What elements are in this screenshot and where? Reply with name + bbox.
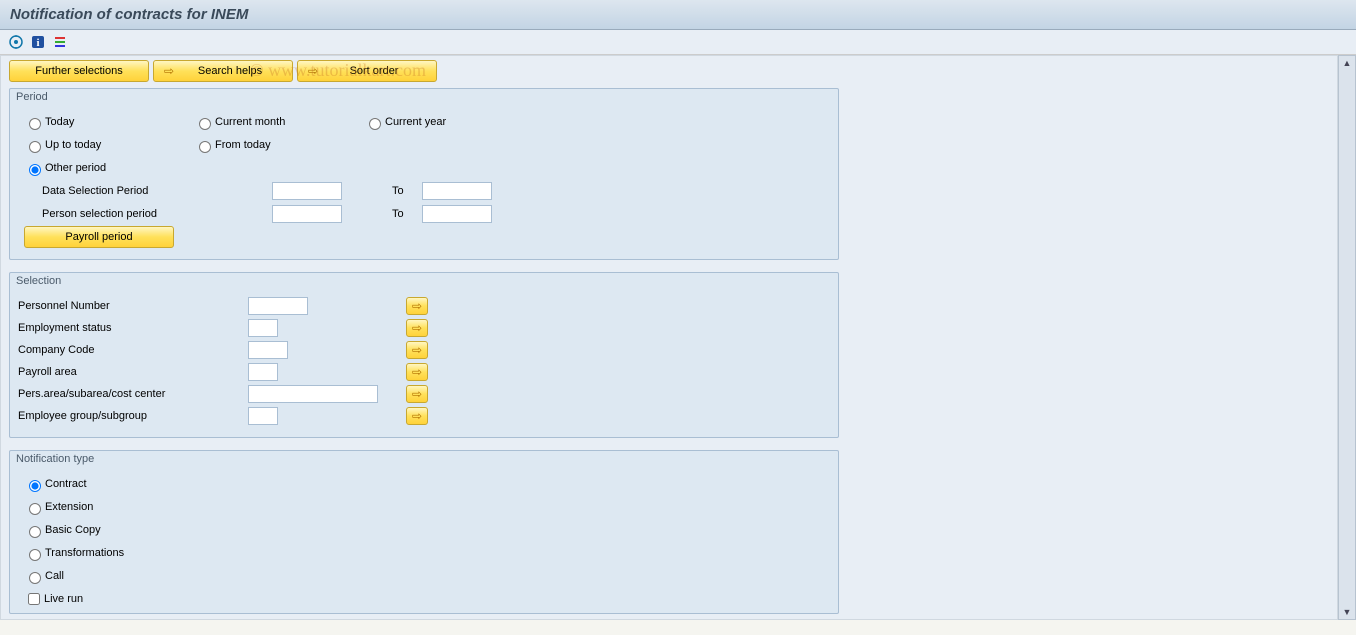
psp-from-input[interactable] xyxy=(272,205,342,223)
group-title-selection: Selection xyxy=(10,273,838,289)
label-fromtoday: From today xyxy=(215,139,271,151)
label-live: Live run xyxy=(44,593,83,605)
scroll-down-icon[interactable]: ▼ xyxy=(1343,607,1352,617)
search-helps-button[interactable]: ⇨Search helps xyxy=(153,60,293,82)
multi-select-pn[interactable]: ⇨ xyxy=(406,297,428,315)
vertical-scrollbar[interactable]: ▲ ▼ xyxy=(1338,55,1356,620)
company-code-input[interactable] xyxy=(248,341,288,359)
multi-select-eg[interactable]: ⇨ xyxy=(406,407,428,425)
multi-select-pa[interactable]: ⇨ xyxy=(406,363,428,381)
label-curyear: Current year xyxy=(385,116,446,128)
arrow-right-icon: ⇨ xyxy=(412,388,422,400)
arrow-right-icon: ⇨ xyxy=(412,344,422,356)
execute-icon[interactable] xyxy=(8,34,24,50)
arrow-right-icon: ⇨ xyxy=(412,322,422,334)
checkbox-live-run[interactable] xyxy=(28,593,40,605)
multi-select-cc[interactable]: ⇨ xyxy=(406,341,428,359)
svg-text:i: i xyxy=(36,37,39,49)
employment-status-input[interactable] xyxy=(248,319,278,337)
employee-group-input[interactable] xyxy=(248,407,278,425)
dsp-to-input[interactable] xyxy=(422,182,492,200)
label-psp: Person selection period xyxy=(42,208,157,220)
label-pers-area: Pers.area/subarea/cost center xyxy=(18,388,238,400)
payroll-area-input[interactable] xyxy=(248,363,278,381)
radio-current-month[interactable] xyxy=(199,118,211,130)
payroll-period-button[interactable]: Payroll period xyxy=(24,226,174,248)
radio-contract[interactable] xyxy=(29,480,41,492)
label-company-code: Company Code xyxy=(18,344,238,356)
radio-today[interactable] xyxy=(29,118,41,130)
radio-other-period[interactable] xyxy=(29,164,41,176)
label-dsp: Data Selection Period xyxy=(42,185,148,197)
radio-transformations[interactable] xyxy=(29,549,41,561)
label-personnel-number: Personnel Number xyxy=(18,300,238,312)
app-toolbar: i © www.tutorialkart.com xyxy=(0,30,1356,55)
label-employee-group: Employee group/subgroup xyxy=(18,410,238,422)
notification-type-group: Notification type Contract Extension Bas… xyxy=(9,450,839,614)
radio-uptoday[interactable] xyxy=(29,141,41,153)
label-to2: To xyxy=(392,208,422,220)
radio-current-year[interactable] xyxy=(369,118,381,130)
multi-select-es[interactable]: ⇨ xyxy=(406,319,428,337)
group-title-period: Period xyxy=(10,89,838,105)
arrow-right-icon: ⇨ xyxy=(412,300,422,312)
label-uptoday: Up to today xyxy=(45,139,101,151)
arrow-right-icon: ⇨ xyxy=(164,65,174,77)
selection-group: Selection Personnel Number ⇨ Employment … xyxy=(9,272,839,438)
multi-select-area[interactable]: ⇨ xyxy=(406,385,428,403)
label-to1: To xyxy=(392,185,422,197)
label-curmonth: Current month xyxy=(215,116,285,128)
label-contract: Contract xyxy=(45,478,87,490)
scroll-up-icon[interactable]: ▲ xyxy=(1343,58,1352,68)
radio-extension[interactable] xyxy=(29,503,41,515)
label-payroll-area: Payroll area xyxy=(18,366,238,378)
radio-call[interactable] xyxy=(29,572,41,584)
personnel-number-input[interactable] xyxy=(248,297,308,315)
label-today: Today xyxy=(45,116,74,128)
label-employment-status: Employment status xyxy=(18,322,238,334)
pers-area-input[interactable] xyxy=(248,385,378,403)
label-extension: Extension xyxy=(45,501,93,513)
psp-to-input[interactable] xyxy=(422,205,492,223)
label-trans: Transformations xyxy=(45,547,124,559)
further-selections-button[interactable]: Further selections xyxy=(9,60,149,82)
dsp-from-input[interactable] xyxy=(272,182,342,200)
sort-order-button[interactable]: ⇨Sort order xyxy=(297,60,437,82)
main-content: Further selections ⇨Search helps ⇨Sort o… xyxy=(0,55,1338,620)
info-icon[interactable]: i xyxy=(30,34,46,50)
label-basic: Basic Copy xyxy=(45,524,101,536)
radio-basic-copy[interactable] xyxy=(29,526,41,538)
label-other: Other period xyxy=(45,162,106,174)
radio-fromtoday[interactable] xyxy=(199,141,211,153)
arrow-right-icon: ⇨ xyxy=(412,366,422,378)
list-icon[interactable] xyxy=(52,34,68,50)
window-title: Notification of contracts for INEM xyxy=(0,0,1356,30)
arrow-right-icon: ⇨ xyxy=(412,410,422,422)
group-title-ntype: Notification type xyxy=(10,451,838,467)
period-group: Period Today Current month Current year … xyxy=(9,88,839,260)
label-call: Call xyxy=(45,570,64,582)
arrow-right-icon: ⇨ xyxy=(308,65,318,77)
